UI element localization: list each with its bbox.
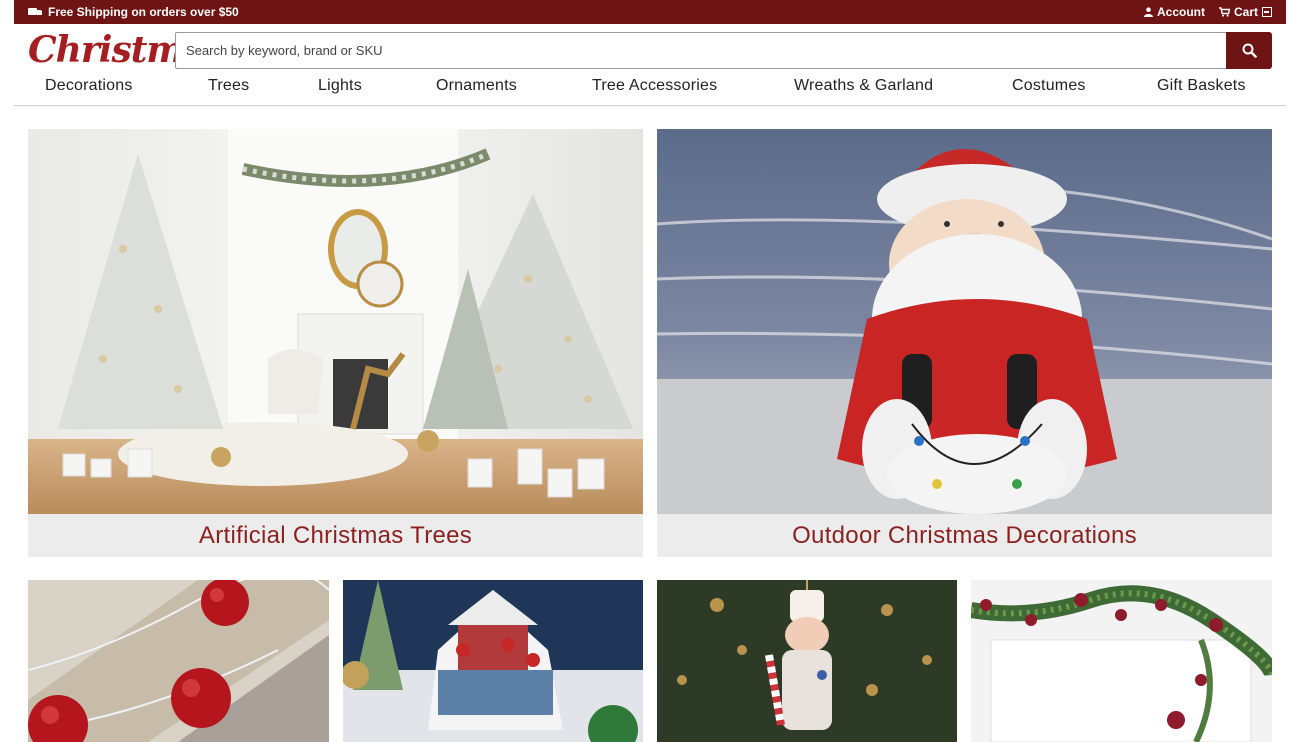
cart-link[interactable]: Cart	[1218, 5, 1272, 19]
featured-tile-artificial-trees[interactable]: Artificial Christmas Trees	[28, 129, 643, 557]
account-label: Account	[1156, 5, 1205, 19]
search-button[interactable]	[1226, 32, 1272, 69]
search-icon	[1242, 43, 1257, 58]
outdoor-decorations-caption: Outdoor Christmas Decorations	[657, 514, 1272, 557]
outdoor-decorations-image	[657, 129, 1272, 514]
nav-item-decorations[interactable]: Decorations	[45, 77, 133, 95]
user-icon	[1143, 7, 1153, 17]
site-logo[interactable]: Christmas	[28, 28, 226, 72]
tile-ornaments[interactable]	[657, 580, 957, 742]
promo-bar: Free Shipping on orders over $50 Account…	[14, 0, 1286, 24]
artificial-trees-caption: Artificial Christmas Trees	[28, 514, 643, 557]
lights-image	[28, 580, 329, 742]
nav-item-gift-baskets[interactable]: Gift Baskets	[1157, 77, 1246, 95]
truck-icon	[28, 7, 42, 17]
nav-item-trees[interactable]: Trees	[208, 77, 249, 95]
promo-text: Free Shipping on orders over $50	[48, 5, 239, 19]
cart-icon	[1218, 7, 1230, 17]
tile-garland[interactable]	[971, 580, 1272, 742]
cart-count-icon	[1262, 7, 1272, 17]
search-input[interactable]	[175, 32, 1226, 69]
nav-item-lights[interactable]: Lights	[318, 77, 362, 95]
main-nav: Decorations Trees Lights Ornaments Tree …	[14, 70, 1286, 106]
cart-label: Cart	[1233, 5, 1258, 19]
nav-item-tree-accessories[interactable]: Tree Accessories	[592, 77, 717, 95]
artificial-trees-image	[28, 129, 643, 514]
tile-village[interactable]	[343, 580, 643, 742]
nav-item-ornaments[interactable]: Ornaments	[436, 77, 517, 95]
featured-tile-outdoor-decorations[interactable]: Outdoor Christmas Decorations	[657, 129, 1272, 557]
nav-item-wreaths-garland[interactable]: Wreaths & Garland	[794, 77, 933, 95]
free-shipping-promo[interactable]: Free Shipping on orders over $50	[28, 5, 239, 19]
village-image	[343, 580, 643, 742]
garland-image	[971, 580, 1272, 742]
nav-item-costumes[interactable]: Costumes	[1012, 77, 1086, 95]
account-link[interactable]: Account	[1143, 5, 1205, 19]
ornaments-image	[657, 580, 957, 742]
tile-lights[interactable]	[28, 580, 329, 742]
search-bar	[175, 32, 1272, 69]
